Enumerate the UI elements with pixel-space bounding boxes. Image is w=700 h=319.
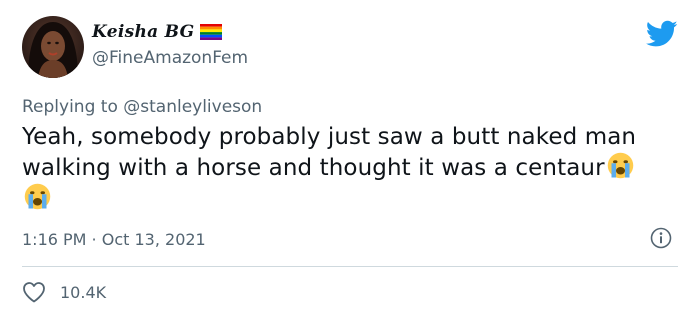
info-icon[interactable] [650, 227, 672, 249]
display-name[interactable]: Keisha BG [92, 22, 223, 42]
tweet-text-content: Yeah, somebody probably just saw a butt … [22, 124, 637, 181]
tweet-card: Keisha BG @FineAmazonFem Replying to @st… [0, 0, 700, 319]
divider [22, 266, 678, 267]
tweet-timestamp[interactable]: 1:16 PM · Oct 13, 2021 [22, 230, 206, 249]
reply-context: Replying to @stanleyliveson [22, 97, 262, 117]
author-handle[interactable]: @FineAmazonFem [92, 48, 248, 68]
twitter-bird-icon[interactable] [645, 20, 678, 48]
loudly-crying-face-icon [24, 183, 51, 210]
tweet-text: Yeah, somebody probably just saw a butt … [22, 122, 662, 214]
display-name-text: Keisha BG [92, 22, 195, 42]
loudly-crying-face-icon [607, 152, 634, 179]
reply-mention[interactable]: @stanleyliveson [123, 97, 262, 117]
author-names: Keisha BG @FineAmazonFem [92, 22, 248, 68]
like-count: 10.4K [60, 282, 107, 302]
tweet-header: Keisha BG @FineAmazonFem [22, 16, 678, 80]
reply-prefix: Replying to [22, 97, 124, 117]
heart-icon[interactable] [22, 281, 46, 303]
rainbow-flag-icon [200, 24, 223, 40]
avatar[interactable] [22, 16, 84, 78]
like-action[interactable]: 10.4K [22, 281, 106, 303]
